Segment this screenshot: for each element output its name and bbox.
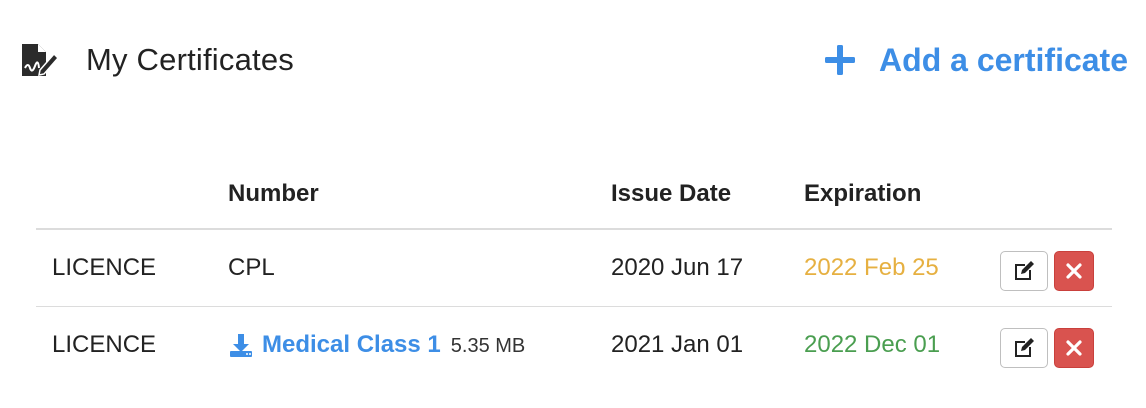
certificates-table: Number Issue Date Expiration LICENCE CPL… — [36, 160, 1112, 383]
add-certificate-label: Add a certificate — [879, 41, 1128, 78]
plus-icon — [823, 43, 857, 77]
edit-icon — [1015, 338, 1034, 357]
file-name: Medical Class 1 — [262, 331, 441, 358]
table-row: LICENCE Medical Class 1 5.35 MB 2021 Jan… — [36, 307, 1112, 384]
column-header-number: Number — [228, 160, 611, 230]
download-icon — [230, 334, 252, 357]
delete-button[interactable] — [1054, 328, 1094, 368]
add-certificate-button[interactable]: Add a certificate — [823, 42, 1128, 79]
title-wrap: My Certificates — [18, 40, 294, 80]
download-file-link[interactable]: Medical Class 1 5.35 MB — [228, 331, 525, 359]
delete-button[interactable] — [1054, 251, 1094, 291]
edit-button[interactable] — [1000, 251, 1048, 291]
cell-number: Medical Class 1 5.35 MB — [228, 307, 611, 384]
cell-actions — [1000, 229, 1112, 307]
cell-expiration: 2022 Feb 25 — [804, 229, 1000, 307]
row-actions — [1000, 245, 1112, 291]
row-actions — [1000, 322, 1112, 368]
column-header-expiration: Expiration — [804, 160, 1000, 230]
cell-issue-date: 2020 Jun 17 — [611, 229, 804, 307]
cell-number: CPL — [228, 229, 611, 307]
file-signature-icon — [18, 40, 62, 80]
column-header-actions — [1000, 160, 1112, 230]
file-size: 5.35 MB — [450, 335, 526, 357]
column-header-type — [36, 160, 228, 230]
close-icon — [1066, 340, 1082, 356]
column-header-issue-date: Issue Date — [611, 160, 804, 230]
close-icon — [1066, 263, 1082, 279]
cell-issue-date: 2021 Jan 01 — [611, 331, 744, 358]
cell-type: LICENCE — [36, 229, 228, 307]
page-title: My Certificates — [86, 42, 294, 77]
cell-expiration: 2022 Dec 01 — [804, 331, 941, 358]
table-header-row: Number Issue Date Expiration — [36, 160, 1112, 230]
certificates-page: My Certificates Add a certificate Number… — [0, 0, 1146, 408]
cell-actions — [1000, 307, 1112, 384]
cell-type: LICENCE — [52, 331, 157, 358]
header: My Certificates Add a certificate — [18, 30, 1128, 90]
edit-icon — [1015, 261, 1034, 280]
edit-button[interactable] — [1000, 328, 1048, 368]
table-row: LICENCE CPL 2020 Jun 17 2022 Feb 25 — [36, 229, 1112, 307]
